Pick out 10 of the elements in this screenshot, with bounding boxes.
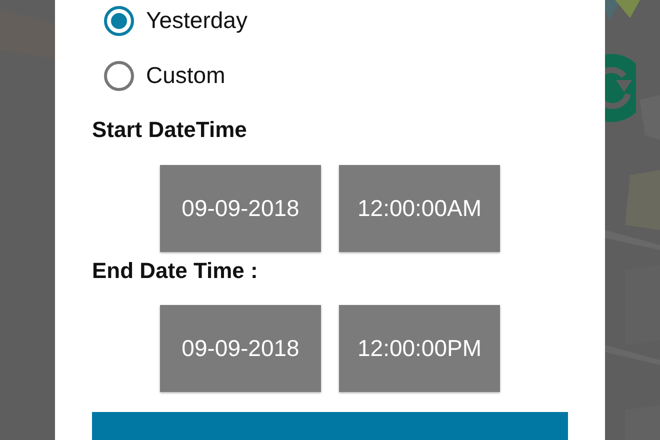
- radio-button[interactable]: [104, 6, 134, 36]
- radio-label[interactable]: Yesterday: [146, 7, 248, 34]
- section-label: End Date Time :: [92, 257, 259, 286]
- radio-button[interactable]: [104, 60, 134, 91]
- date-button[interactable]: 09-09-2018: [160, 164, 321, 252]
- section-label: Start DateTime: [92, 116, 248, 144]
- time-button[interactable]: 12:00:00AM: [339, 164, 500, 252]
- date-button[interactable]: 09-09-2018: [160, 305, 321, 392]
- radio-label[interactable]: Custom: [146, 62, 226, 90]
- time-button[interactable]: 12:00:00PM: [339, 305, 500, 392]
